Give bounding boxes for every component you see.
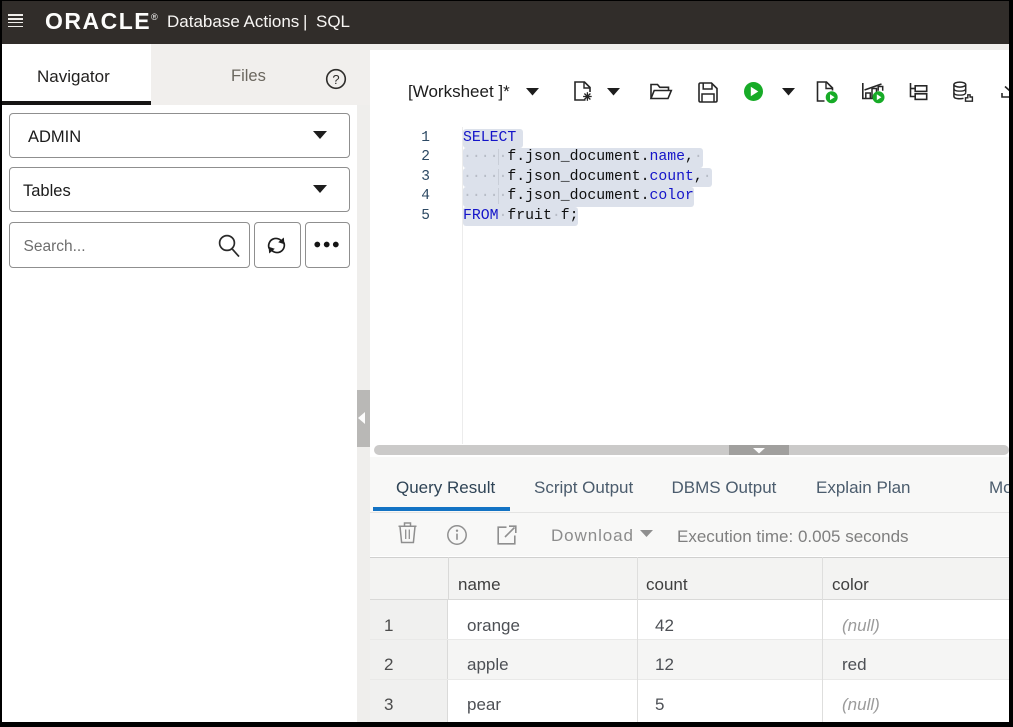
- svg-text:?: ?: [332, 72, 339, 87]
